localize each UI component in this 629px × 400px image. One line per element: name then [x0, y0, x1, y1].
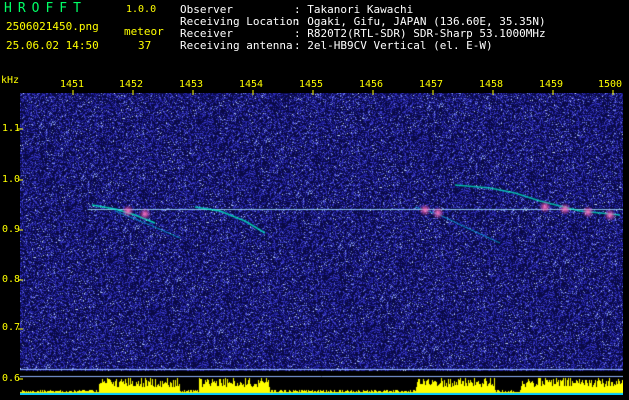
- y-tick-label: 0.8: [2, 274, 21, 285]
- y-tick-label: 1.0: [2, 174, 21, 185]
- y-axis-unit: kHz: [1, 75, 20, 86]
- x-tick-label: 1500: [598, 79, 623, 90]
- filename-text: 2506021450.png: [6, 20, 99, 33]
- datetime-text: 25.06.02 14:50: [6, 39, 99, 52]
- info-value-antenna: : 2el-HB9CV Vertical (el. E-W): [294, 39, 493, 52]
- y-tick-label: 0.7: [2, 322, 21, 333]
- y-tick-label: 0.9: [2, 224, 21, 235]
- x-tick-label: 1457: [419, 79, 444, 90]
- spectrogram-plot: [20, 93, 623, 395]
- x-tick-label: 1454: [239, 79, 264, 90]
- app-version: 1.0.0: [126, 4, 157, 15]
- y-tick-label: 1.1: [2, 123, 21, 134]
- x-tick-label: 1453: [179, 79, 204, 90]
- header-panel: HROFFT 1.0.0 2506021450.png 25.06.02 14:…: [0, 0, 629, 74]
- x-tick-label: 1459: [539, 79, 564, 90]
- x-tick-label: 1456: [359, 79, 384, 90]
- x-tick-label: 1455: [299, 79, 324, 90]
- x-tick-label: 1451: [60, 79, 85, 90]
- x-tick-label: 1452: [119, 79, 144, 90]
- x-tick-label: 1458: [479, 79, 504, 90]
- app-brand: HROFFT: [4, 1, 87, 16]
- meteor-label: meteor: [124, 25, 164, 38]
- info-label-antenna: Receiving antenna: [180, 39, 293, 52]
- meteor-count: 37: [138, 39, 152, 52]
- y-tick-label: 0.6: [2, 373, 21, 384]
